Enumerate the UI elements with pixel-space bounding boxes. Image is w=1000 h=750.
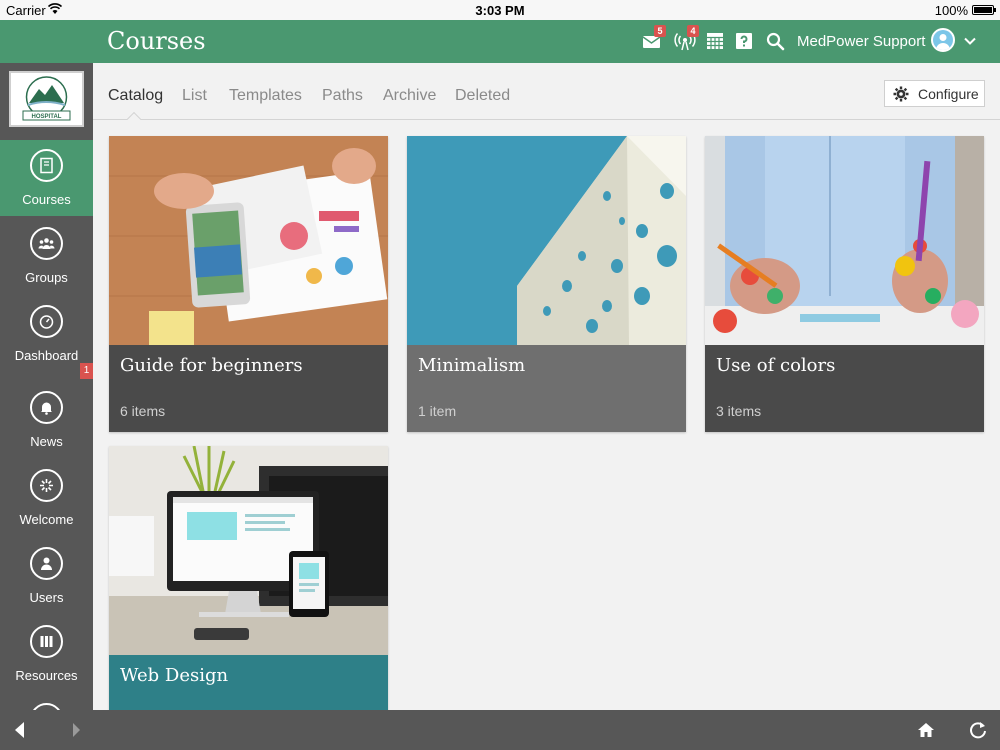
sidebar-item-users[interactable]: Users [0, 538, 93, 614]
course-title: Minimalism [418, 355, 526, 376]
course-item-count: 3 items [716, 403, 762, 419]
bell-icon [30, 391, 63, 424]
app-header: Courses 5 4 MedPower Support [0, 20, 1000, 63]
user-avatar-icon [933, 30, 953, 50]
sidebar-item-label: Dashboard [14, 348, 79, 363]
back-button[interactable] [10, 720, 30, 740]
course-card[interactable]: Minimalism 1 item [407, 136, 686, 432]
sidebar-item-label: Groups [25, 270, 68, 285]
course-title: Web Design [120, 665, 229, 686]
refresh-button[interactable] [968, 720, 988, 740]
tab-list[interactable]: List [182, 87, 207, 105]
groups-icon [30, 227, 63, 260]
battery-icon [972, 5, 996, 15]
avatar[interactable] [931, 28, 955, 52]
gear-icon [893, 86, 909, 102]
hospital-logo[interactable]: HOSPITAL [9, 71, 84, 127]
mail-button[interactable]: 5 [641, 25, 666, 52]
configure-label: Configure [918, 86, 979, 102]
tab-paths[interactable]: Paths [322, 87, 363, 105]
search-icon [766, 32, 785, 51]
tab-deleted[interactable]: Deleted [455, 87, 510, 105]
back-arrow-icon [15, 722, 24, 738]
course-item-count: 6 items [120, 403, 166, 419]
home-button[interactable] [916, 720, 936, 740]
sidebar-item-label: News [30, 434, 63, 449]
refresh-icon [970, 722, 986, 739]
broadcast-button[interactable]: 4 [674, 25, 699, 52]
course-thumbnail [109, 446, 388, 655]
sidebar-item-more[interactable] [0, 694, 93, 710]
course-card[interactable]: Guide for beginners 6 items [109, 136, 388, 432]
user-name[interactable]: MedPower Support [797, 33, 925, 50]
main-content: Catalog List Templates Paths Archive Del… [93, 63, 1000, 710]
sidebar-item-news[interactable]: News [0, 382, 93, 458]
sidebar-item-label: Welcome [19, 512, 74, 527]
search-button[interactable] [764, 30, 786, 52]
more-icon [30, 703, 63, 710]
forward-button[interactable] [66, 720, 86, 740]
course-thumbnail [407, 136, 686, 345]
sidebar-item-label: Users [29, 590, 64, 605]
sidebar-item-label: Courses [22, 192, 71, 207]
bottom-toolbar [0, 710, 1000, 750]
user-icon [30, 547, 63, 580]
hospital-logo-icon: HOSPITAL [22, 76, 71, 121]
active-tab-caret [126, 111, 142, 127]
sparkle-icon [30, 469, 63, 502]
sidebar: HOSPITAL Courses Groups Dashboard 1 News… [0, 63, 93, 710]
course-thumbnail [109, 136, 388, 345]
sidebar-item-dashboard[interactable]: Dashboard [0, 296, 93, 372]
configure-button[interactable]: Configure [884, 80, 985, 107]
course-title: Use of colors [716, 355, 836, 376]
battery-percent: 100% [934, 3, 968, 18]
logo-text: HOSPITAL [32, 114, 62, 120]
sidebar-item-label: Resources [15, 668, 78, 683]
home-icon [918, 723, 934, 737]
help-button[interactable] [733, 30, 755, 52]
sidebar-item-courses[interactable]: Courses [0, 140, 93, 216]
course-item-count: 1 item [418, 403, 457, 419]
course-thumbnail [705, 136, 984, 345]
page-title: Courses [107, 27, 206, 55]
help-icon [736, 33, 752, 49]
book-icon [30, 149, 63, 182]
tab-archive[interactable]: Archive [383, 87, 436, 105]
tab-templates[interactable]: Templates [229, 87, 302, 105]
speedometer-icon [30, 305, 63, 338]
course-card[interactable]: Use of colors 3 items [705, 136, 984, 432]
calendar-button[interactable] [704, 30, 726, 52]
status-bar: Carrier 3:03 PM 100% [0, 0, 1000, 20]
tab-divider [93, 119, 1000, 120]
broadcast-badge: 4 [687, 25, 699, 37]
mail-badge: 5 [654, 25, 666, 37]
sidebar-item-welcome[interactable]: Welcome [0, 460, 93, 536]
library-icon [30, 625, 63, 658]
chevron-down-icon[interactable] [963, 34, 977, 48]
course-card[interactable]: Web Design [109, 446, 388, 710]
calendar-icon [707, 33, 723, 49]
sidebar-item-resources[interactable]: Resources [0, 616, 93, 692]
forward-arrow-icon [73, 723, 80, 737]
clock: 3:03 PM [475, 3, 525, 18]
dashboard-badge: 1 [80, 363, 93, 379]
tab-catalog[interactable]: Catalog [108, 87, 163, 105]
sidebar-item-groups[interactable]: Groups [0, 218, 93, 294]
course-title: Guide for beginners [120, 355, 303, 376]
